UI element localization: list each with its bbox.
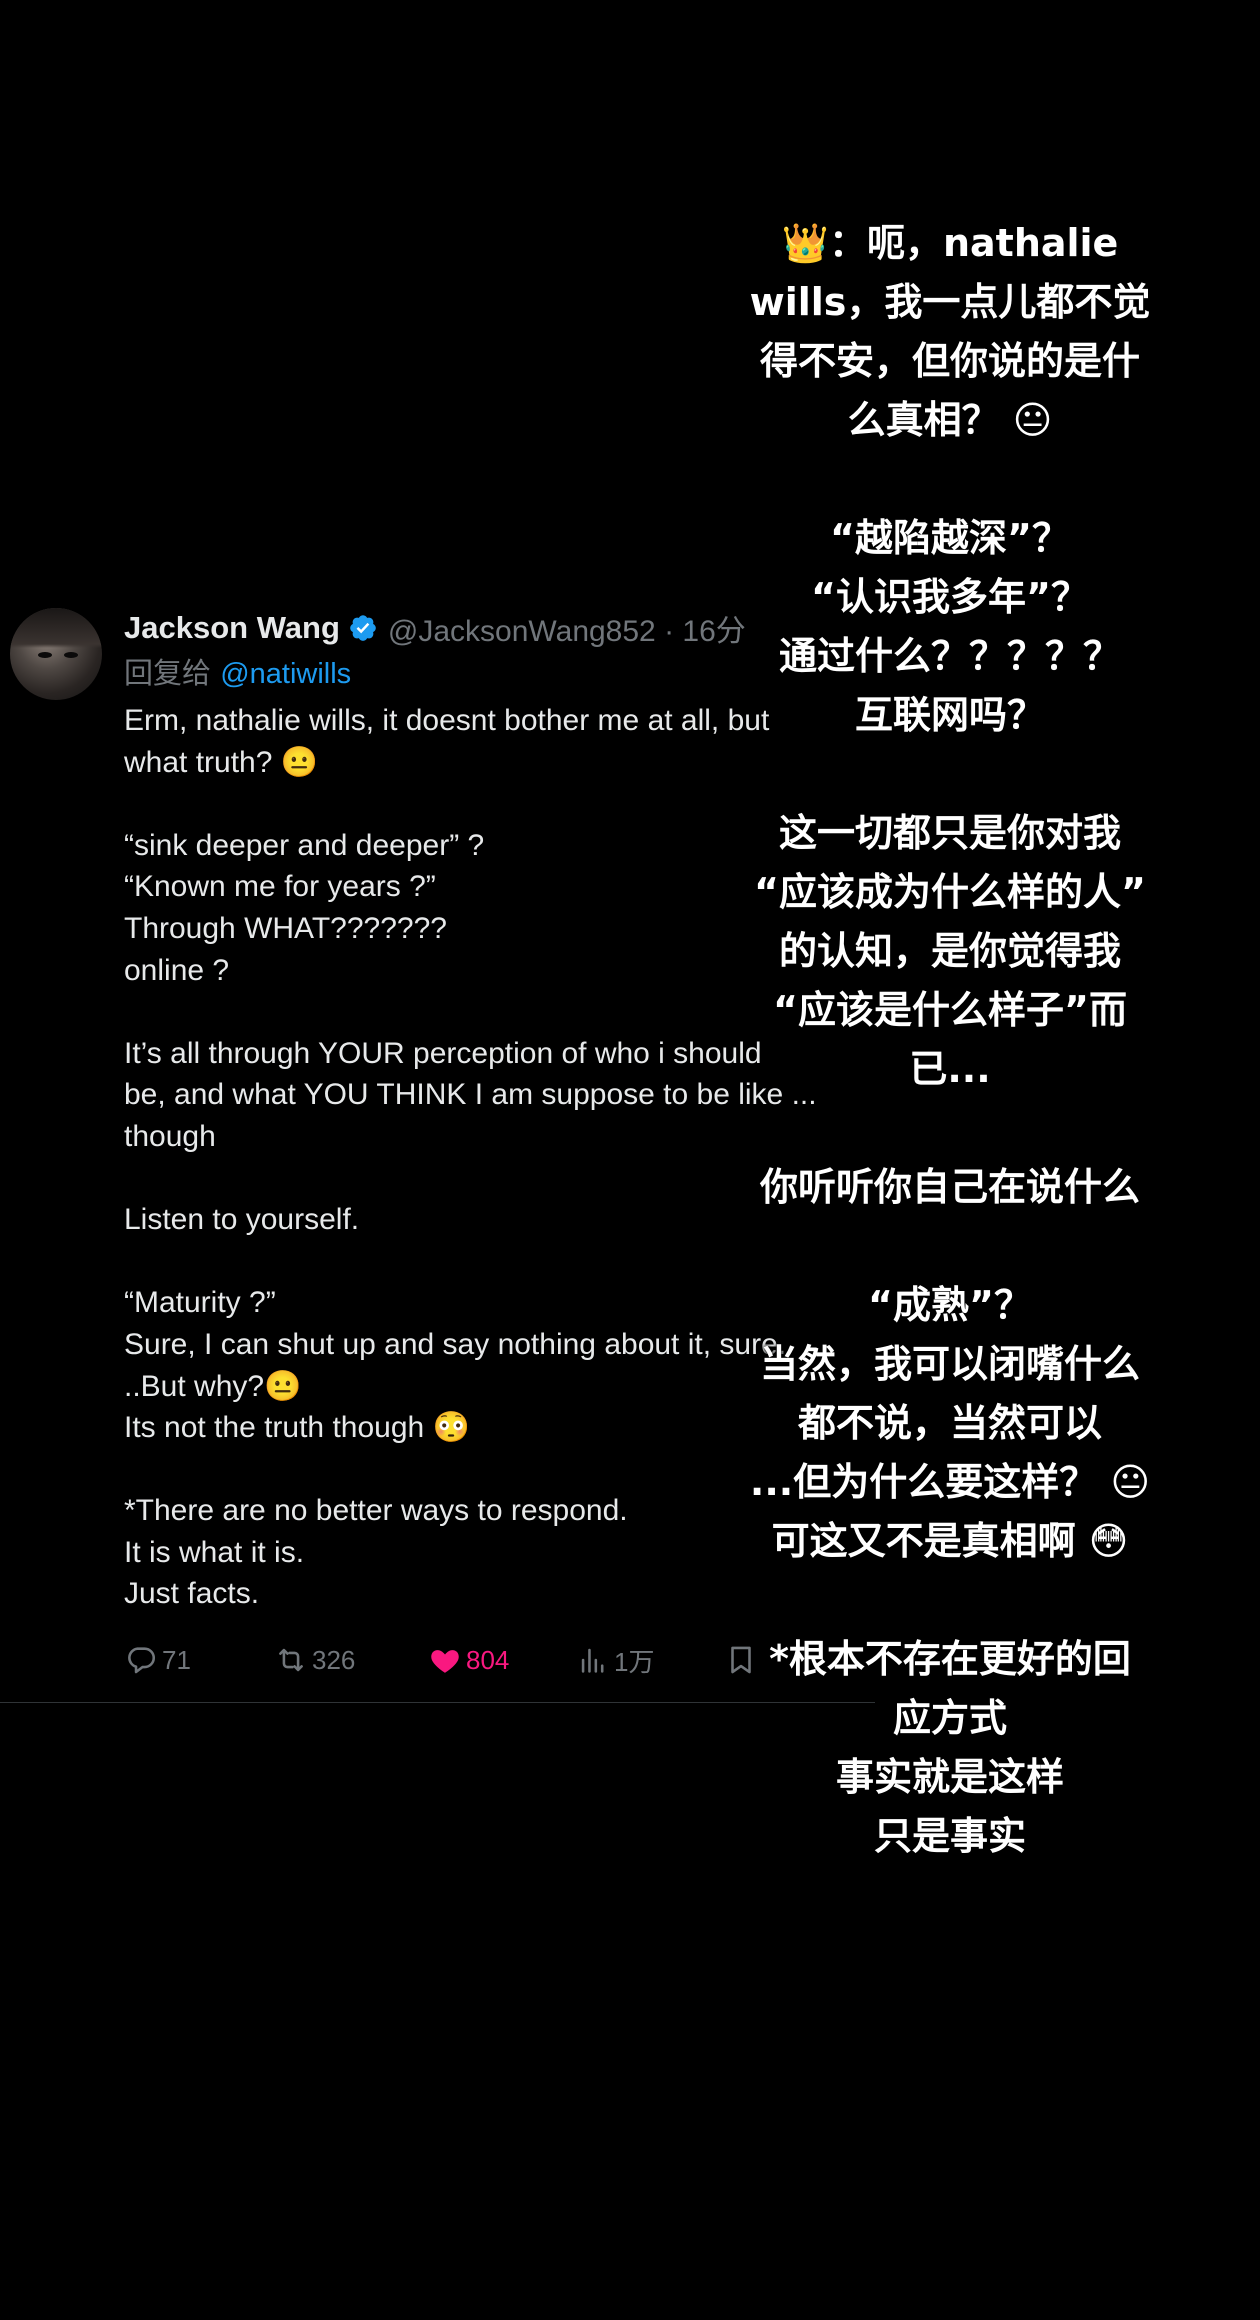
translation-overlay: 👑：呃，nathalie wills，我一点儿都不觉 得不安，但你说的是什 么真… — [735, 214, 1165, 1866]
overlay-line: 的认知，是你觉得我 — [778, 929, 1121, 973]
overlay-line: “应该是什么样子”而 — [773, 988, 1127, 1032]
overlay-line — [735, 1217, 1165, 1276]
reply-count: 71 — [162, 1644, 191, 1675]
overlay-line: 都不说，当然可以 — [797, 1401, 1102, 1445]
reply-to-line: 回复给 @natiwills — [124, 650, 351, 692]
avatar-eye — [38, 652, 52, 658]
overlay-line: 当然，我可以闭嘴什么 — [759, 1342, 1140, 1386]
overlay-line: 这一切都只是你对我 — [778, 811, 1121, 855]
overlay-line — [735, 1571, 1165, 1630]
overlay-line: 应方式 — [892, 1696, 1007, 1740]
heart-icon — [431, 1650, 459, 1673]
reply-to-handle[interactable]: @natiwills — [220, 658, 351, 690]
overlay-line: “应该成为什么样的人” — [754, 870, 1146, 914]
repost-button[interactable]: 326 — [274, 1638, 355, 1682]
view-count: 1万 — [614, 1646, 655, 1677]
overlay-line: 已... — [909, 1047, 991, 1091]
verified-badge-icon — [350, 615, 376, 641]
like-button[interactable]: 804 — [428, 1638, 509, 1682]
overlay-line — [735, 450, 1165, 509]
like-count: 804 — [466, 1644, 510, 1675]
avatar[interactable] — [10, 608, 102, 700]
overlay-line: 么真相？ 😐 — [847, 398, 1053, 442]
views-button[interactable]: 1万 — [576, 1638, 654, 1682]
overlay-line: 👑：呃，nathalie — [781, 221, 1119, 265]
overlay-line: *根本不存在更好的回 — [769, 1637, 1131, 1681]
handle-and-time[interactable]: @JacksonWang852 · 16分 — [388, 606, 746, 650]
analytics-icon — [581, 1648, 604, 1673]
repost-icon — [279, 1648, 303, 1672]
overlay-line: “认识我多年”？ — [811, 575, 1089, 619]
reply-prefix: 回复给 — [124, 656, 221, 690]
overlay-line — [735, 1099, 1165, 1158]
display-name[interactable]: Jackson Wang — [124, 610, 340, 646]
avatar-hair — [10, 608, 102, 648]
overlay-line: 得不安，但你说的是什 — [759, 339, 1140, 383]
overlay-line: 互联网吗？ — [854, 693, 1045, 737]
overlay-line: “成熟”？ — [868, 1283, 1032, 1327]
reply-icon — [128, 1647, 156, 1674]
overlay-line: ...但为什么要这样？ 😐 — [749, 1460, 1151, 1504]
overlay-line: 你听听你自己在说什么 — [759, 1165, 1140, 1209]
overlay-line: 通过什么？？？？？ — [778, 634, 1121, 678]
repost-count: 326 — [312, 1644, 356, 1675]
overlay-line: “越陷越深”？ — [830, 516, 1070, 560]
overlay-line: 只是事实 — [873, 1814, 1026, 1858]
avatar-eye — [64, 652, 78, 658]
overlay-line: 可这又不是真相啊 😳 — [771, 1519, 1129, 1563]
overlay-line: wills，我一点儿都不觉 — [749, 280, 1151, 324]
overlay-line — [735, 745, 1165, 804]
tweet-header: Jackson Wang @JacksonWang852 · 16分 — [124, 610, 746, 648]
reply-button[interactable]: 71 — [124, 1638, 191, 1682]
overlay-line: 事实就是这样 — [835, 1755, 1064, 1799]
